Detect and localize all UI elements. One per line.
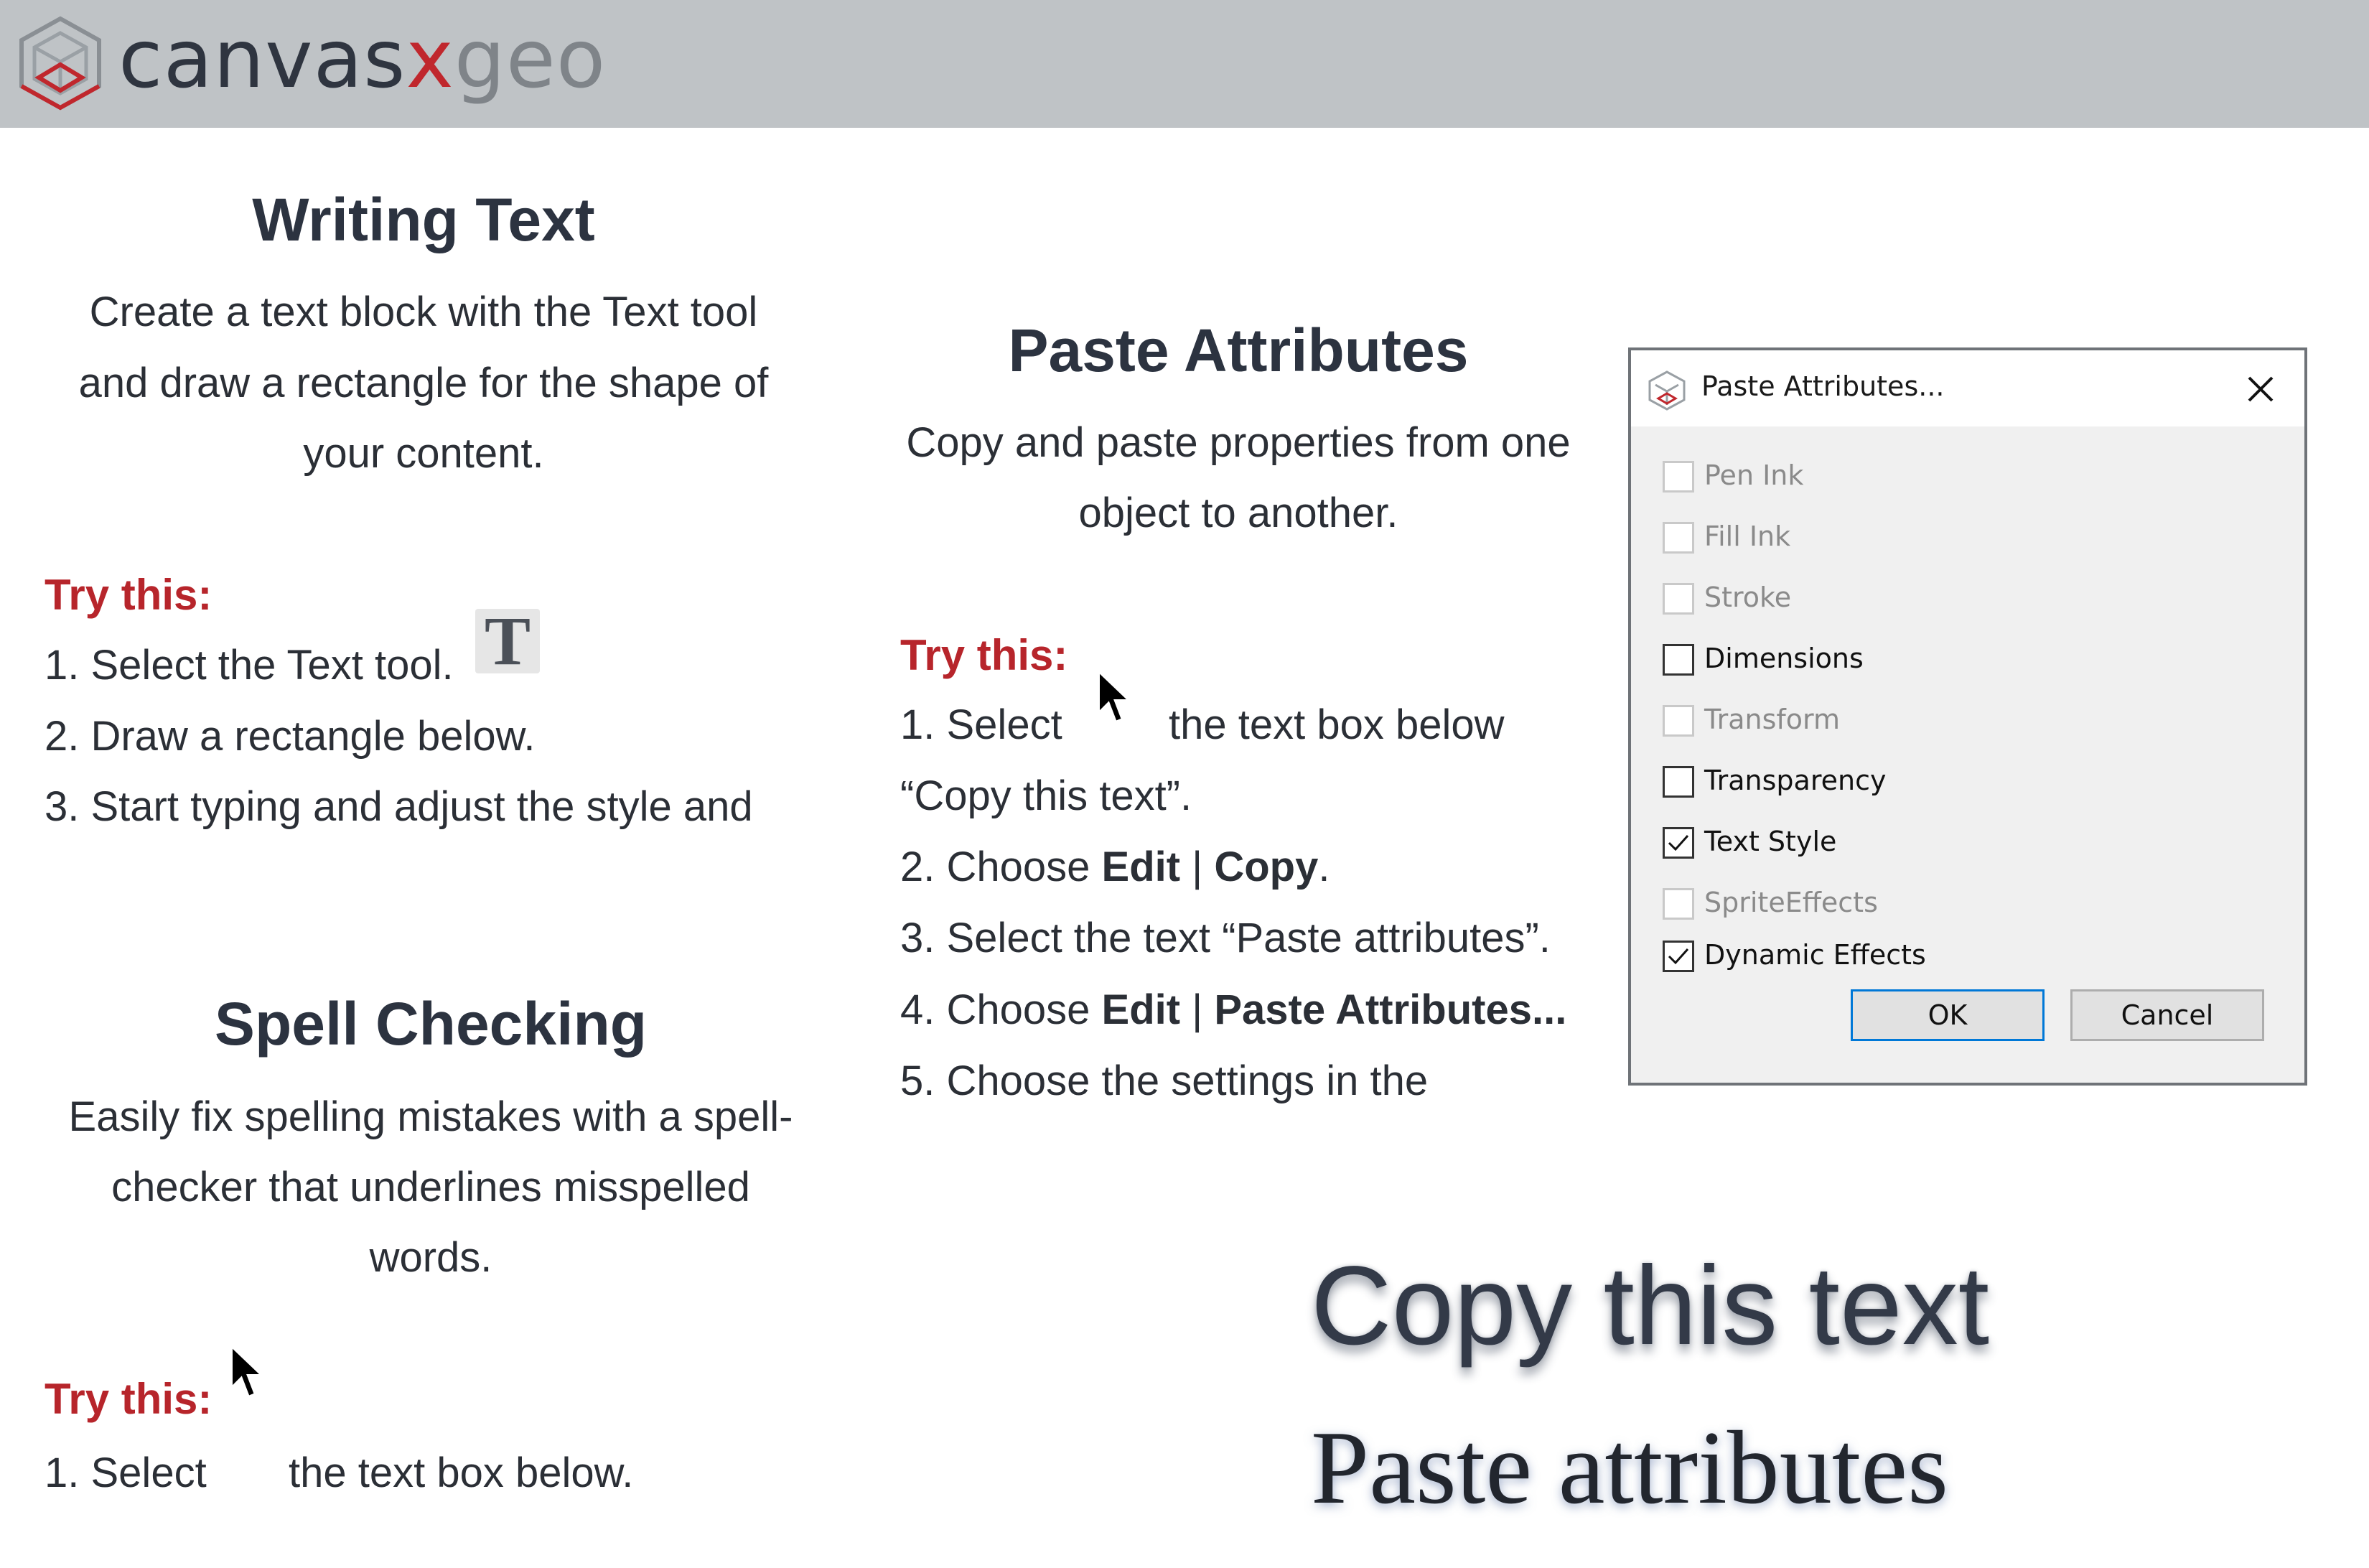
spell-try-label: Try this: xyxy=(45,1375,212,1423)
pointer-cursor-icon xyxy=(1097,668,1134,724)
spell-line-3: words. xyxy=(369,1234,492,1281)
writing-step-3: 3. Start typing and adjust the style and xyxy=(45,783,753,830)
pointer-cursor-icon xyxy=(230,1343,266,1399)
ok-button[interactable]: OK xyxy=(1851,989,2045,1041)
brand-part-x: x xyxy=(406,13,454,106)
app-icon xyxy=(1648,370,1686,411)
option-label: Fill Ink xyxy=(1704,521,1791,552)
paste-line-1: Copy and paste properties from one xyxy=(906,419,1571,466)
checkbox-checked[interactable] xyxy=(1663,827,1694,859)
checkbox[interactable] xyxy=(1663,644,1694,676)
option-label: Text Style xyxy=(1704,826,1837,857)
copy-this-text-box[interactable]: Copy this text xyxy=(1311,1242,1989,1371)
paste-step-5: 5. Choose the settings in the xyxy=(900,1058,1429,1104)
brand-part-canvas: canvas xyxy=(118,13,406,106)
checkbox[interactable] xyxy=(1663,705,1694,737)
checkbox[interactable] xyxy=(1663,766,1694,798)
paste-attributes-text-box[interactable]: Paste attributes xyxy=(1311,1407,1948,1528)
paste-step-2-edit: Edit xyxy=(1101,844,1181,890)
paste-attributes-dialog: Paste Attributes... Pen Ink Fill Ink Str… xyxy=(1628,347,2307,1086)
paste-step-2-end: . xyxy=(1318,844,1330,890)
option-label: Stroke xyxy=(1704,582,1792,613)
close-icon[interactable] xyxy=(2238,366,2284,412)
paste-step-4-prefix: 4. Choose xyxy=(900,986,1102,1033)
paste-step-2-sep: | xyxy=(1180,844,1215,890)
spell-line-2: checker that underlines misspelled xyxy=(111,1164,750,1210)
paste-step-2: 2. Choose Edit | Copy. xyxy=(900,843,1330,891)
option-label: Transparency xyxy=(1704,765,1887,796)
checkmark-icon xyxy=(1668,834,1689,851)
checkmark-icon xyxy=(1668,948,1689,965)
writing-text-line-1: Create a text block with the Text tool xyxy=(89,289,758,335)
writing-try-label: Try this: xyxy=(45,571,212,619)
checkbox[interactable] xyxy=(1663,888,1694,920)
canvasxgeo-logo-icon xyxy=(19,16,101,111)
brand-part-geo: geo xyxy=(454,13,607,106)
paste-step-1-start: 1. Select xyxy=(900,701,1062,748)
spell-step-1-end: the text box below. xyxy=(289,1450,634,1496)
brand-wordmark: canvasxgeo xyxy=(118,6,606,113)
paste-step-2-copy: Copy xyxy=(1214,844,1319,890)
spell-line-1: Easily fix spelling mistakes with a spel… xyxy=(68,1093,793,1140)
cancel-button[interactable]: Cancel xyxy=(2070,989,2264,1041)
paste-step-4-sep: | xyxy=(1180,986,1215,1033)
writing-text-title: Writing Text xyxy=(252,186,595,253)
writing-step-1: 1. Select the Text tool. xyxy=(45,642,454,689)
paste-step-2-prefix: 2. Choose xyxy=(900,844,1102,890)
writing-text-line-2: and draw a rectangle for the shape of xyxy=(78,360,769,406)
checkbox-checked[interactable] xyxy=(1663,941,1694,972)
paste-step-4-edit: Edit xyxy=(1101,986,1181,1033)
text-tool-icon[interactable]: T xyxy=(475,607,540,676)
dialog-title: Paste Attributes... xyxy=(1701,370,1945,402)
paste-step-3: 3. Select the text “Paste attributes”. xyxy=(900,915,1551,961)
writing-step-2: 2. Draw a rectangle below. xyxy=(45,713,536,760)
checkbox[interactable] xyxy=(1663,461,1694,493)
paste-try-label: Try this: xyxy=(900,631,1068,679)
option-label: Dynamic Effects xyxy=(1704,939,1926,971)
header-bar: canvasxgeo xyxy=(0,0,2369,128)
checkbox[interactable] xyxy=(1663,522,1694,554)
paste-step-1-continued: “Copy this text”. xyxy=(900,773,1192,819)
option-label: Pen Ink xyxy=(1704,459,1804,491)
option-label: Transform xyxy=(1704,704,1841,735)
dialog-title-bar: Paste Attributes... xyxy=(1631,350,2304,426)
paste-step-1-end: the text box below xyxy=(1169,701,1505,748)
spell-checking-title: Spell Checking xyxy=(214,990,648,1058)
paste-step-4: 4. Choose Edit | Paste Attributes... xyxy=(900,986,1566,1034)
paste-step-4-paste-attributes: Paste Attributes... xyxy=(1214,986,1567,1033)
option-label: SpriteEffects xyxy=(1704,887,1878,918)
spell-step-1-start: 1. Select xyxy=(45,1450,207,1496)
writing-text-line-3: your content. xyxy=(303,430,544,477)
checkbox[interactable] xyxy=(1663,583,1694,615)
paste-attributes-title: Paste Attributes xyxy=(1008,317,1469,384)
option-label: Dimensions xyxy=(1704,643,1864,674)
paste-line-2: object to another. xyxy=(1078,490,1398,536)
